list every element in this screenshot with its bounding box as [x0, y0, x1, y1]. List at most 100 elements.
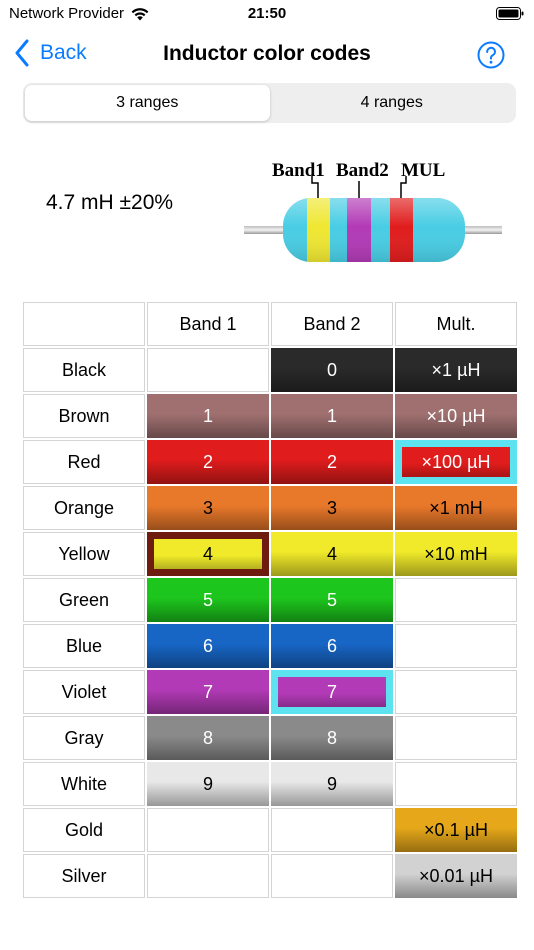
cell-value: ×0.01 µH	[419, 865, 493, 886]
status-bar: Network Provider 21:50	[0, 0, 534, 28]
cell-mult-gold[interactable]: ×0.1 µH	[395, 808, 517, 852]
cell-mult-white	[395, 762, 517, 806]
cell-mult-blue	[395, 624, 517, 668]
cell-band-1-yellow[interactable]: 4	[147, 532, 269, 576]
cell-swatch: 8	[271, 716, 393, 760]
band-2-label: Band2	[336, 160, 389, 181]
cell-swatch: 3	[147, 486, 269, 530]
cell-band-1-white[interactable]: 9	[147, 762, 269, 806]
cell-swatch: 6	[147, 624, 269, 668]
right-lead	[462, 226, 502, 234]
cell-value: 5	[326, 589, 337, 610]
cell-band-2-red[interactable]: 2	[271, 440, 393, 484]
cell-band-2-gray[interactable]: 8	[271, 716, 393, 760]
cell-band-2-brown[interactable]: 1	[271, 394, 393, 438]
help-button[interactable]	[477, 41, 505, 69]
navigation-bar: Back Inductor color codes	[0, 34, 534, 76]
cell-value: 4	[202, 543, 213, 564]
cell-band-2-silver	[271, 854, 393, 898]
cell-swatch: ×10 mH	[395, 532, 517, 576]
segment-4-ranges[interactable]: 4 ranges	[270, 85, 515, 121]
cell-mult-silver[interactable]: ×0.01 µH	[395, 854, 517, 898]
cell-band-2-green[interactable]: 5	[271, 578, 393, 622]
cell-swatch: 7	[147, 670, 269, 714]
cell-value: 3	[202, 497, 213, 518]
cell-value: ×10 µH	[426, 405, 486, 426]
table-row: Orange 3 3 ×1 mH	[23, 486, 517, 530]
cell-mult-green	[395, 578, 517, 622]
band-1-label: Band1	[272, 160, 325, 181]
cell-band-2-orange[interactable]: 3	[271, 486, 393, 530]
cell-band-1-orange[interactable]: 3	[147, 486, 269, 530]
cell-value: 6	[202, 635, 213, 656]
cell-value: 9	[202, 773, 213, 794]
row-label-yellow: Yellow	[23, 532, 145, 576]
cell-value: 0	[326, 359, 337, 380]
cell-mult-gray	[395, 716, 517, 760]
cell-swatch: 4	[147, 532, 269, 576]
table-row: Brown 1 1 ×10 µH	[23, 394, 517, 438]
cell-swatch: 9	[147, 762, 269, 806]
segment-3-ranges[interactable]: 3 ranges	[25, 85, 270, 121]
cell-band-2-gold	[271, 808, 393, 852]
cell-band-1-violet[interactable]: 7	[147, 670, 269, 714]
cell-value: 2	[326, 451, 337, 472]
mul-label: MUL	[401, 160, 445, 181]
cell-value: 3	[326, 497, 337, 518]
cell-band-1-brown[interactable]: 1	[147, 394, 269, 438]
row-label-orange: Orange	[23, 486, 145, 530]
cell-band-2-white[interactable]: 9	[271, 762, 393, 806]
cell-swatch: 0	[271, 348, 393, 392]
cell-swatch: ×0.1 µH	[395, 808, 517, 852]
cell-band-1-red[interactable]: 2	[147, 440, 269, 484]
row-label-brown: Brown	[23, 394, 145, 438]
battery-icon	[496, 7, 524, 20]
header-color	[23, 302, 145, 346]
cell-mult-violet	[395, 670, 517, 714]
header-mult: Mult.	[395, 302, 517, 346]
table-header-row: Band 1 Band 2 Mult.	[23, 302, 517, 346]
table-row: Black 0 ×1 µH	[23, 348, 517, 392]
cell-band-2-violet[interactable]: 7	[271, 670, 393, 714]
cell-swatch: 4	[271, 532, 393, 576]
cell-mult-red[interactable]: ×100 µH	[395, 440, 517, 484]
cell-swatch: 1	[147, 394, 269, 438]
cell-mult-yellow[interactable]: ×10 mH	[395, 532, 517, 576]
cell-band-1-green[interactable]: 5	[147, 578, 269, 622]
cell-band-1-black	[147, 348, 269, 392]
table-row: Silver ×0.01 µH	[23, 854, 517, 898]
cell-swatch: 1	[271, 394, 393, 438]
row-label-gold: Gold	[23, 808, 145, 852]
table-row: Blue 6 6	[23, 624, 517, 668]
cell-value: 9	[326, 773, 337, 794]
cell-mult-orange[interactable]: ×1 mH	[395, 486, 517, 530]
cell-band-2-blue[interactable]: 6	[271, 624, 393, 668]
cell-band-2-black[interactable]: 0	[271, 348, 393, 392]
table-row: Red 2 2 ×100 µH	[23, 440, 517, 484]
cell-value: 8	[326, 727, 337, 748]
range-segmented-control: 3 ranges 4 ranges	[23, 83, 516, 123]
inductor-diagram: Band1 Band2 MUL	[244, 160, 502, 262]
cell-value: 5	[202, 589, 213, 610]
cell-swatch: ×100 µH	[395, 440, 517, 484]
row-label-violet: Violet	[23, 670, 145, 714]
cell-mult-brown[interactable]: ×10 µH	[395, 394, 517, 438]
header-band-2: Band 2	[271, 302, 393, 346]
cell-value: ×0.1 µH	[424, 819, 488, 840]
cell-value: ×1 mH	[429, 497, 483, 518]
cell-value: 2	[202, 451, 213, 472]
table-body: Black 0 ×1 µH Brown 1 1 ×10 µH Red 2 2 ×100 µH Oran…	[23, 348, 517, 898]
cell-band-1-blue[interactable]: 6	[147, 624, 269, 668]
cell-band-1-gray[interactable]: 8	[147, 716, 269, 760]
cell-value: 1	[326, 405, 337, 426]
table-row: Gray 8 8	[23, 716, 517, 760]
cell-value: 4	[326, 543, 337, 564]
color-code-table: Band 1 Band 2 Mult. Black 0 ×1 µH Brown 1 1 ×1…	[21, 300, 519, 900]
cell-swatch: 8	[147, 716, 269, 760]
cell-band-2-yellow[interactable]: 4	[271, 532, 393, 576]
cell-value: 7	[326, 681, 337, 702]
header-band-1: Band 1	[147, 302, 269, 346]
cell-value: 8	[202, 727, 213, 748]
cell-mult-black[interactable]: ×1 µH	[395, 348, 517, 392]
cell-swatch: ×10 µH	[395, 394, 517, 438]
